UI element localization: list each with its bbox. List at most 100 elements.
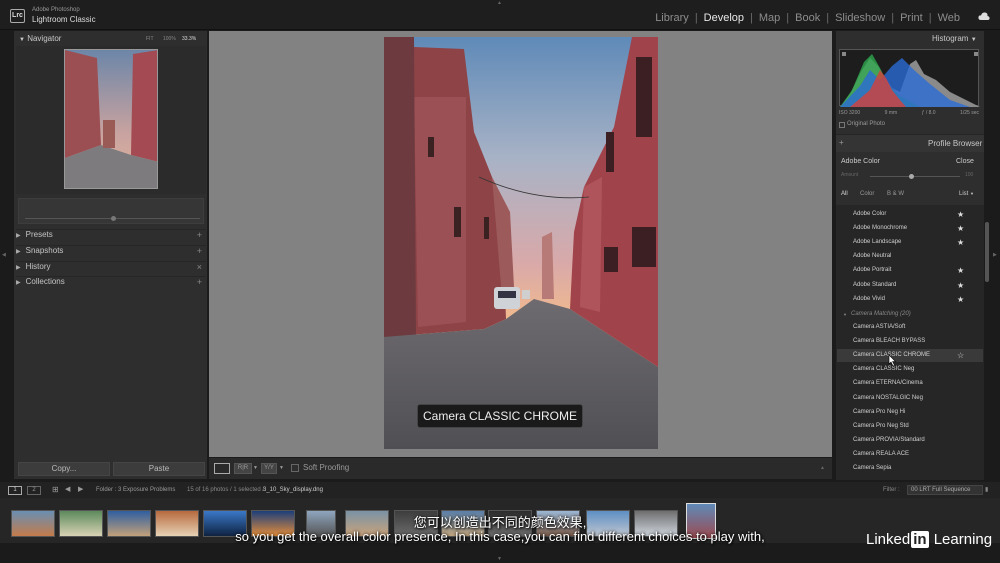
profile-item[interactable]: Camera ETERNA/Cinema (853, 380, 973, 386)
back-arrow-icon[interactable]: ◀ (65, 485, 70, 493)
module-map[interactable]: Map (753, 12, 786, 24)
profile-group-camera-matching[interactable]: Camera Matching (20) (851, 311, 971, 317)
profile-item[interactable]: Camera PROVIA/Standard (853, 437, 973, 443)
snapshots-label: Snapshots (25, 246, 64, 255)
toolbar-menu-icon[interactable]: ▲ (820, 465, 825, 471)
profile-item[interactable]: Adobe Standard (853, 282, 973, 288)
filter-dropdown[interactable]: 00 LRT Full Sequence (907, 485, 983, 495)
module-develop[interactable]: Develop (698, 12, 750, 24)
right-panel-toggle-icon[interactable]: ▶ (993, 252, 997, 258)
presets-label: Presets (25, 230, 53, 239)
profile-list-scrollbar[interactable] (985, 222, 989, 282)
exif-iso: ISO 3200 (839, 110, 861, 116)
profile-item[interactable]: Adobe Neutral (853, 253, 973, 259)
original-photo-checkbox[interactable] (839, 122, 845, 128)
profile-item[interactable]: Camera CLASSIC CHROME (853, 352, 973, 358)
screen-2-button[interactable]: 2 (27, 486, 41, 495)
zoom-100[interactable]: 100% (163, 36, 176, 42)
bottom-panel-toggle-icon[interactable]: ▼ (497, 556, 503, 562)
profile-item[interactable]: Adobe Monochrome (853, 225, 973, 231)
profile-close-button[interactable]: Close (956, 158, 974, 165)
favorite-star-icon[interactable]: ★ (957, 266, 964, 275)
main-photo[interactable] (384, 37, 658, 449)
mouse-cursor-icon (888, 354, 897, 367)
lrc-logo: Lrc (10, 9, 25, 23)
soft-proofing-checkbox[interactable] (291, 464, 299, 472)
group-collapse-icon[interactable]: ▼ (843, 312, 847, 317)
loupe-view-icon[interactable] (214, 463, 230, 474)
histogram-title: Histogram (932, 34, 969, 43)
history-header[interactable]: ▶ History × (16, 261, 206, 275)
copy-button[interactable]: Copy... (18, 462, 110, 476)
profile-caption: Camera CLASSIC CHROME (417, 404, 583, 428)
profile-browser-add-icon[interactable]: + (839, 138, 844, 147)
module-print[interactable]: Print (894, 12, 929, 24)
swap-dropdown-icon[interactable]: ▼ (279, 465, 284, 471)
profile-item[interactable]: Camera ASTIA/Soft (853, 324, 973, 330)
module-book[interactable]: Book (789, 12, 826, 24)
folder-label[interactable]: Folder : 3 Exposure Problems (96, 487, 175, 493)
original-photo-label: Original Photo (847, 121, 886, 127)
top-panel-toggle-icon[interactable]: ▲ (497, 0, 503, 6)
zoom-fit[interactable]: FIT (146, 36, 154, 42)
before-after-dropdown-icon[interactable]: ▼ (253, 465, 258, 471)
favorite-star-icon[interactable]: ★ (957, 224, 964, 233)
filter-lock-icon[interactable]: ▮ (985, 486, 993, 494)
profile-item[interactable]: Adobe Landscape (853, 239, 973, 245)
amount-value: 100 (965, 172, 974, 178)
watermark-learning: Learning (933, 531, 993, 548)
copy-settings-icon[interactable]: Y/Y (261, 463, 277, 474)
profile-item[interactable]: Camera Sepia (853, 465, 973, 471)
profile-item[interactable]: Camera NOSTALGIC Neg (853, 395, 973, 401)
profile-item[interactable]: Camera Pro Neg Hi (853, 409, 973, 415)
paste-button[interactable]: Paste (113, 462, 205, 476)
screen-1-button[interactable]: 1 (8, 486, 22, 495)
grid-view-icon[interactable]: ⊞ (52, 485, 59, 494)
profile-item[interactable]: Camera CLASSIC Neg (853, 366, 973, 372)
add-preset-icon[interactable]: + (197, 230, 202, 240)
profile-item[interactable]: Camera REALA ACE (853, 451, 973, 457)
navigator-header[interactable]: ▼ Navigator (19, 34, 61, 43)
cloud-icon[interactable] (978, 11, 990, 21)
module-slideshow[interactable]: Slideshow (829, 12, 891, 24)
profile-item[interactable]: Adobe Vivid (853, 296, 973, 302)
watermark-in-badge: in (911, 531, 929, 548)
module-web[interactable]: Web (932, 12, 966, 24)
navigator-title: Navigator (27, 34, 62, 43)
collections-header[interactable]: ▶ Collections + (16, 276, 206, 290)
favorite-star-icon[interactable]: ★ (957, 281, 964, 290)
favorite-star-icon[interactable]: ★ (957, 210, 964, 219)
before-after-left-right-icon[interactable]: R|R (234, 463, 252, 474)
filter-bw[interactable]: B & W (887, 191, 904, 197)
navigator-thumbnail[interactable] (64, 49, 158, 189)
add-snapshot-icon[interactable]: + (197, 246, 202, 256)
view-mode-dropdown[interactable]: List ▼ (959, 191, 974, 197)
profile-item[interactable]: Adobe Portrait (853, 267, 973, 273)
presets-header[interactable]: ▶ Presets + (16, 229, 206, 243)
profile-item[interactable]: Adobe Color (853, 211, 973, 217)
favorite-star-icon[interactable]: ★ (957, 295, 964, 304)
dim-slider-thumb[interactable] (111, 216, 116, 221)
collections-label: Collections (25, 277, 65, 286)
forward-arrow-icon[interactable]: ▶ (78, 485, 83, 493)
favorite-star-icon[interactable]: ★ (957, 238, 964, 247)
left-panel-toggle-icon[interactable]: ◀ (2, 252, 6, 258)
histogram-header[interactable]: Histogram ▼ (932, 34, 977, 43)
favorite-star-icon[interactable]: ☆ (957, 351, 964, 360)
exif-aperture: ƒ / 8.0 (921, 110, 936, 116)
amount-slider-track[interactable] (870, 176, 960, 177)
filter-color[interactable]: Color (860, 191, 874, 197)
filename[interactable]: 3_10_Sky_display.dng (263, 487, 323, 493)
add-collection-icon[interactable]: + (197, 277, 202, 287)
profile-item[interactable]: Camera Pro Neg Std (853, 423, 973, 429)
snapshots-header[interactable]: ▶ Snapshots + (16, 245, 206, 259)
module-library[interactable]: Library (649, 12, 695, 24)
profile-item[interactable]: Camera BLEACH BYPASS (853, 338, 973, 344)
filter-all[interactable]: All (841, 191, 848, 197)
shadow-clip-indicator (842, 52, 846, 56)
current-profile-label: Adobe Color (841, 158, 880, 165)
subtitle-en: so you get the overall color presence, I… (235, 529, 765, 544)
clear-history-icon[interactable]: × (197, 262, 202, 272)
amount-slider-thumb[interactable] (909, 174, 914, 179)
zoom-33[interactable]: 33.3% (182, 36, 196, 42)
